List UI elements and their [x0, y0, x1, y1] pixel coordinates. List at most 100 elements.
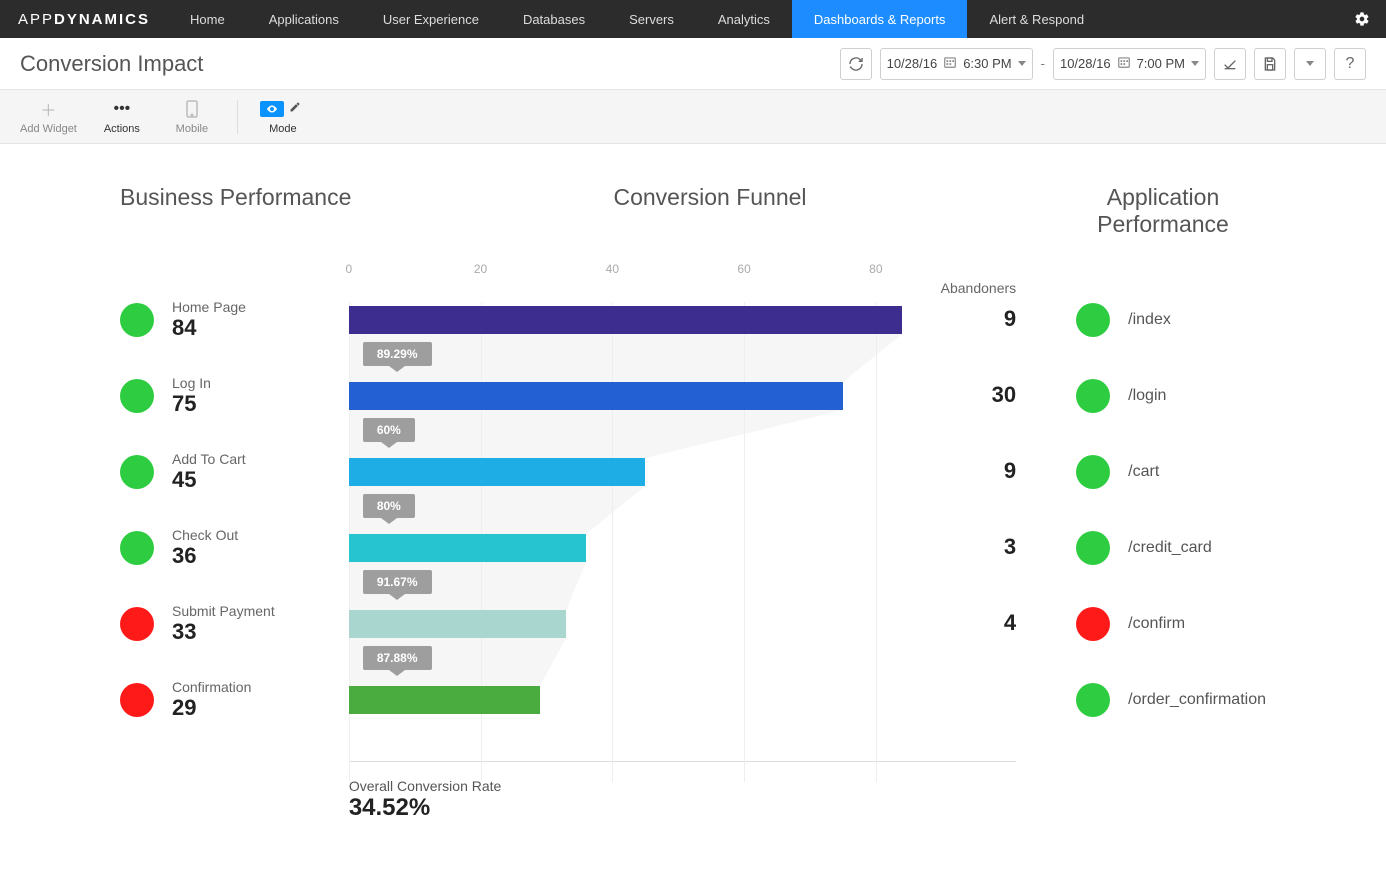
- x-tick: 20: [474, 262, 487, 276]
- conversion-percent-pill: 91.67%: [363, 570, 432, 594]
- x-axis: 020406080: [349, 262, 1016, 282]
- help-label: ?: [1346, 55, 1355, 73]
- mobile-icon: [186, 99, 198, 119]
- chevron-down-icon: [1191, 61, 1199, 66]
- nav-item-servers[interactable]: Servers: [607, 0, 696, 38]
- stage-value: 36: [172, 543, 238, 569]
- gridline: [876, 302, 877, 782]
- application-row: /credit_card: [1076, 510, 1266, 586]
- page-title: Conversion Impact: [20, 51, 203, 77]
- business-text: Submit Payment33: [172, 603, 275, 645]
- actions-label: Actions: [104, 123, 140, 135]
- date-from-picker[interactable]: 10/28/16 6:30 PM: [880, 48, 1033, 80]
- abandoners-label: Abandoners: [941, 280, 1017, 296]
- nav-item-user-experience[interactable]: User Experience: [361, 0, 501, 38]
- plus-icon: ＋: [40, 99, 56, 119]
- conversion-percent-pill: 89.29%: [363, 342, 432, 366]
- actions-button[interactable]: ••• Actions: [97, 99, 147, 135]
- dots-icon: •••: [113, 99, 130, 119]
- application-row: /order_confirmation: [1076, 662, 1266, 738]
- nav-item-home[interactable]: Home: [168, 0, 247, 38]
- confirm-button[interactable]: [1214, 48, 1246, 80]
- x-tick: 60: [737, 262, 750, 276]
- business-row: Home Page84: [120, 282, 349, 358]
- business-text: Log In75: [172, 375, 211, 417]
- funnel-area: Home Page84 Log In75 Add To Cart45 Check Ou…: [120, 262, 1266, 822]
- subheader-controls: 10/28/16 6:30 PM - 10/28/16 7:00 PM ?: [840, 48, 1366, 80]
- funnel-bar[interactable]: [349, 306, 902, 334]
- add-widget-label: Add Widget: [20, 123, 77, 135]
- application-row: /index: [1076, 282, 1266, 358]
- refresh-button[interactable]: [840, 48, 872, 80]
- x-tick: 40: [606, 262, 619, 276]
- chart-body: Abandoners 989.29%3060%980%391.67%487.88…: [349, 282, 1016, 762]
- business-text: Confirmation29: [172, 679, 251, 721]
- overall-label: Overall Conversion Rate: [349, 778, 1016, 794]
- nav-item-databases[interactable]: Databases: [501, 0, 607, 38]
- path-label: /order_confirmation: [1128, 691, 1266, 709]
- time-to: 7:00 PM: [1137, 56, 1185, 71]
- settings-gear-icon[interactable]: [1338, 0, 1386, 38]
- stage-label: Confirmation: [172, 679, 251, 695]
- business-text: Check Out36: [172, 527, 238, 569]
- business-row: Confirmation29: [120, 662, 349, 738]
- path-label: /index: [1128, 311, 1171, 329]
- nav-item-alert-respond[interactable]: Alert & Respond: [967, 0, 1106, 38]
- nav-item-dashboards-reports[interactable]: Dashboards & Reports: [792, 0, 968, 38]
- status-dot: [1076, 455, 1110, 489]
- stage-value: 45: [172, 467, 246, 493]
- dashboard-toolbar: ＋ Add Widget ••• Actions Mobile Mode: [0, 90, 1386, 144]
- application-performance-column: /index/login/cart/credit_card/confirm/or…: [1016, 262, 1266, 822]
- calendar-icon: [1117, 55, 1131, 72]
- nav-item-analytics[interactable]: Analytics: [696, 0, 792, 38]
- date-range-separator: -: [1041, 56, 1045, 71]
- date-from: 10/28/16: [887, 56, 938, 71]
- gridline: [612, 302, 613, 782]
- status-dot: [1076, 607, 1110, 641]
- top-nav: APPDYNAMICS HomeApplicationsUser Experie…: [0, 0, 1386, 38]
- funnel-chart: 020406080 Abandoners 989.29%3060%980%391…: [349, 262, 1016, 822]
- stage-label: Add To Cart: [172, 451, 246, 467]
- overall-conversion: Overall Conversion Rate 34.52%: [349, 778, 1016, 822]
- date-to-picker[interactable]: 10/28/16 7:00 PM: [1053, 48, 1206, 80]
- stage-label: Check Out: [172, 527, 238, 543]
- mode-toggle[interactable]: Mode: [258, 99, 308, 135]
- status-dot: [1076, 531, 1110, 565]
- stage-value: 75: [172, 391, 211, 417]
- funnel-bar[interactable]: [349, 686, 540, 714]
- funnel-bar[interactable]: [349, 610, 566, 638]
- funnel-shade: [349, 334, 902, 382]
- mobile-button[interactable]: Mobile: [167, 99, 217, 135]
- application-row: /confirm: [1076, 586, 1266, 662]
- status-dot: [120, 607, 154, 641]
- time-from: 6:30 PM: [963, 56, 1011, 71]
- stage-label: Submit Payment: [172, 603, 275, 619]
- calendar-icon: [943, 55, 957, 72]
- help-button[interactable]: ?: [1334, 48, 1366, 80]
- funnel-shade: [349, 410, 843, 458]
- more-options-button[interactable]: [1294, 48, 1326, 80]
- conversion-percent-pill: 87.88%: [363, 646, 432, 670]
- stage-label: Log In: [172, 375, 211, 391]
- logo-right: DYNAMICS: [54, 11, 150, 28]
- mode-label: Mode: [269, 123, 297, 135]
- path-label: /login: [1128, 387, 1166, 405]
- funnel-bar[interactable]: [349, 458, 645, 486]
- business-performance-column: Home Page84 Log In75 Add To Cart45 Check Ou…: [120, 262, 349, 822]
- nav-item-applications[interactable]: Applications: [247, 0, 361, 38]
- funnel-bar[interactable]: [349, 534, 586, 562]
- add-widget-button[interactable]: ＋ Add Widget: [20, 99, 77, 135]
- status-dot: [1076, 379, 1110, 413]
- sub-header: Conversion Impact 10/28/16 6:30 PM - 10/…: [0, 38, 1386, 90]
- date-to: 10/28/16: [1060, 56, 1111, 71]
- abandon-value: 9: [1004, 306, 1016, 332]
- business-text: Home Page84: [172, 299, 246, 341]
- conversion-percent-pill: 60%: [363, 418, 415, 442]
- status-dot: [120, 303, 154, 337]
- chevron-down-icon: [1018, 61, 1026, 66]
- conversion-percent-pill: 80%: [363, 494, 415, 518]
- status-dot: [120, 455, 154, 489]
- funnel-bar[interactable]: [349, 382, 843, 410]
- save-button[interactable]: [1254, 48, 1286, 80]
- logo: APPDYNAMICS: [0, 0, 168, 38]
